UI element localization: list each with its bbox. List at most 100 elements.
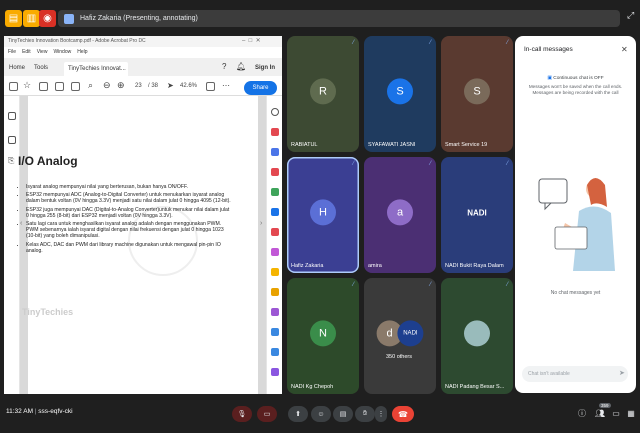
toggle-icon: ▣ <box>547 76 552 81</box>
more-options-button[interactable]: ⋮ <box>375 406 387 422</box>
chat-note: Messages won't be saved when the call en… <box>528 84 623 95</box>
pages-icon[interactable] <box>8 112 16 120</box>
menu-file[interactable]: File <box>8 47 16 58</box>
sign-in-button[interactable]: Sign In <box>255 62 275 74</box>
chat-icon[interactable]: ▭ <box>611 408 621 418</box>
page-input[interactable]: 23 <box>135 83 142 89</box>
presenting-chip[interactable]: Hafiz Zakaria (Presenting, annotating) <box>58 10 620 27</box>
captions-button[interactable]: ▤ <box>333 406 353 422</box>
help-icon[interactable]: ? <box>222 62 226 71</box>
menu-edit[interactable]: Edit <box>22 47 31 58</box>
print-icon[interactable] <box>55 82 64 91</box>
clock: 11:32 AM <box>6 408 33 415</box>
more-icon[interactable]: ⋯ <box>222 81 230 90</box>
expand-icon[interactable]: ⤢ <box>627 10 634 21</box>
participant-tile[interactable]: ⁄ NADI NADI Bukit Raya Dalam <box>441 157 513 273</box>
avatar: NADI <box>467 207 487 217</box>
participant-tile[interactable]: ⁄ R RABIATUL <box>287 36 359 152</box>
avatar-photo <box>464 320 490 347</box>
more-tools-icon[interactable] <box>271 368 279 376</box>
more-vert-icon: ⋮ <box>377 411 385 418</box>
mic-off-button[interactable]: 🎙︎ <box>232 406 252 422</box>
presenting-label: Hafiz Zakaria (Presenting, annotating) <box>80 15 198 22</box>
participant-tile[interactable]: ⁄ d NADI 350 others <box>364 278 436 394</box>
create-icon[interactable] <box>9 82 18 91</box>
top-bar: ▤ ▥ ◉ Hafiz Zakaria (Presenting, annotat… <box>0 0 640 36</box>
sign-icon[interactable] <box>271 308 279 316</box>
tab-tools[interactable]: Tools <box>34 62 48 74</box>
people-icon[interactable]: 👥︎ <box>595 408 605 418</box>
bookmark-icon[interactable] <box>8 136 16 144</box>
window-controls[interactable]: – □ ✕ <box>242 37 261 44</box>
activities-icon[interactable]: ▥ <box>23 10 40 27</box>
pointer-icon[interactable]: ➤ <box>167 81 174 90</box>
participant-tile[interactable]: ⁄ N NADI Kg Chepoh <box>287 278 359 394</box>
avatar: H <box>310 199 336 226</box>
empty-state-text: No chat messages yet <box>550 290 601 296</box>
tab-home[interactable]: Home <box>9 62 25 74</box>
tab-document-label: TinyTechies Innovat... <box>68 66 126 72</box>
star-icon[interactable]: ☆ <box>23 80 31 91</box>
combine-icon[interactable] <box>271 208 279 216</box>
participant-tile[interactable]: ⁄ NADI Padang Besar S... <box>441 278 513 394</box>
comment-icon[interactable] <box>271 188 279 196</box>
fill-sign-icon[interactable] <box>271 248 279 256</box>
bullet: Satu lagi cara untuk menghasilkan isyara… <box>26 221 232 239</box>
export-pdf-icon[interactable] <box>271 128 279 136</box>
participant-name: Smart Service 19 <box>445 142 488 148</box>
protect-icon[interactable] <box>271 328 279 336</box>
attachment-icon[interactable]: ⎘ <box>8 156 14 166</box>
info-icon[interactable]: ⓘ <box>577 408 587 418</box>
captions-icon: ▤ <box>339 411 347 418</box>
close-icon[interactable]: ✕ <box>621 45 628 54</box>
bell-icon[interactable]: 🔔︎ <box>236 62 246 71</box>
toggle-label: Continuous chat is OFF <box>553 76 604 81</box>
menu-view[interactable]: View <box>37 47 48 58</box>
emoji-button[interactable]: ☺ <box>311 406 331 422</box>
edit-pdf-icon[interactable] <box>271 148 279 156</box>
camera-off-button[interactable]: ▭ <box>257 406 277 422</box>
zoom-select[interactable]: 42.6% <box>180 83 197 89</box>
menu-help[interactable]: Help <box>77 47 87 58</box>
continuous-chat-toggle[interactable]: ▣ Continuous chat is OFF <box>515 76 636 81</box>
organize-icon[interactable] <box>271 228 279 236</box>
participant-tile[interactable]: ⁄ S Smart Service 19 <box>441 36 513 152</box>
share-button[interactable]: Share <box>244 81 277 95</box>
mail-icon[interactable] <box>71 82 80 91</box>
raise-hand-button[interactable]: ✋︎ <box>355 406 375 422</box>
hand-icon: ✋︎ <box>363 410 367 417</box>
menu-window[interactable]: Window <box>53 47 71 58</box>
bullet: ESP32 mempunyai ADC (Analog-to-Digital C… <box>26 192 232 204</box>
redact-icon[interactable] <box>271 348 279 356</box>
participant-tile[interactable]: ⁄ H Hafiz Zakaria <box>287 157 359 273</box>
tab-bar: Home Tools TinyTechies Innovat... ✕ ? 🔔︎… <box>4 58 282 86</box>
participant-tile[interactable]: ⁄ S SYAFAWATI JASNI <box>364 36 436 152</box>
prev-page-icon[interactable]: ⊖ <box>103 80 111 91</box>
page-next-arrow-icon[interactable]: › <box>260 220 262 227</box>
muted-icon: ⁄ <box>352 40 354 46</box>
meeting-code[interactable]: sss-eqfv-cki <box>38 408 72 415</box>
next-page-icon[interactable]: ⊕ <box>117 80 125 91</box>
send-icon[interactable]: ➤ <box>619 369 625 377</box>
slide-title: I/O Analog <box>18 154 78 168</box>
chat-input-placeholder: Chat isn't available <box>528 371 570 377</box>
chat-input[interactable]: Chat isn't available <box>522 366 628 382</box>
avatar: S <box>464 78 490 105</box>
muted-icon: ⁄ <box>352 161 354 167</box>
notes-icon[interactable]: ▤ <box>5 10 22 27</box>
participant-tile[interactable]: ⁄ a amira <box>364 157 436 273</box>
upload-icon[interactable] <box>39 82 48 91</box>
send-comment-icon[interactable] <box>271 268 279 276</box>
zoom-icon[interactable] <box>271 108 279 116</box>
tab-document[interactable]: TinyTechies Innovat... ✕ <box>64 62 128 86</box>
muted-icon: ⁄ <box>352 282 354 288</box>
create-pdf-icon[interactable] <box>271 168 279 176</box>
page-prev-arrow-icon[interactable]: ‹ <box>20 220 22 227</box>
present-button[interactable]: ⬆ <box>288 406 308 422</box>
leave-call-button[interactable]: ☎ <box>392 406 414 422</box>
record-icon[interactable]: ◉ <box>39 10 56 27</box>
search-icon[interactable]: ⌕ <box>88 80 93 91</box>
stamp-icon[interactable] <box>271 288 279 296</box>
fit-icon[interactable] <box>206 82 215 91</box>
activities-grid-icon[interactable]: ▦ <box>626 408 636 418</box>
